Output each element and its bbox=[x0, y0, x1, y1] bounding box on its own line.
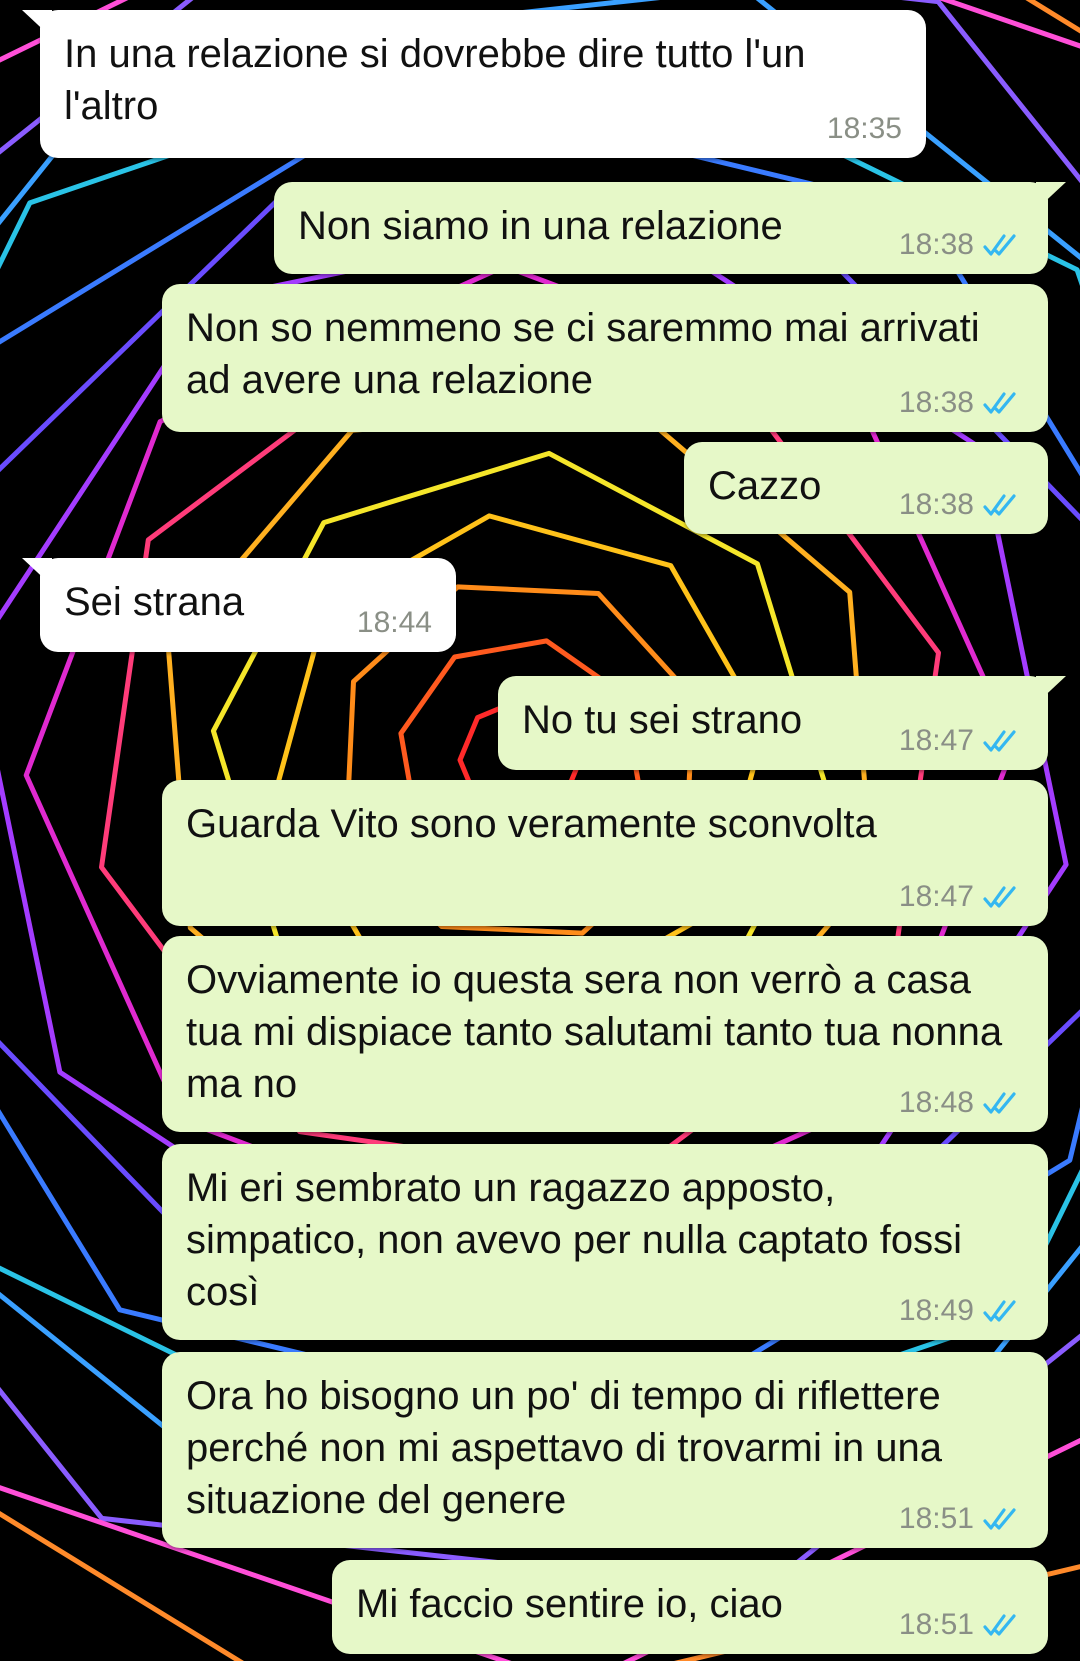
message-meta: 18:51 bbox=[899, 1502, 1022, 1536]
message-meta: 18:38 bbox=[899, 386, 1022, 420]
message-time: 18:47 bbox=[898, 724, 974, 757]
message-meta: 18:49 bbox=[899, 1294, 1022, 1328]
message-bubble-outgoing[interactable]: No tu sei strano 18:47 bbox=[498, 676, 1048, 770]
read-double-check-icon bbox=[983, 234, 1016, 256]
message-time: 18:51 bbox=[898, 1502, 974, 1535]
read-double-check-icon bbox=[983, 1614, 1016, 1636]
message-time: 18:47 bbox=[898, 880, 974, 913]
message-time: 18:38 bbox=[898, 228, 974, 261]
message-meta: 18:38 bbox=[899, 488, 1022, 522]
read-double-check-icon bbox=[983, 1092, 1016, 1114]
message-bubble-incoming[interactable]: In una relazione si dovrebbe dire tutto … bbox=[40, 10, 926, 158]
message-bubble-outgoing[interactable]: Non so nemmeno se ci saremmo mai arrivat… bbox=[162, 284, 1048, 432]
read-double-check-icon bbox=[983, 730, 1016, 752]
read-double-check-icon bbox=[983, 392, 1016, 414]
message-meta: 18:47 bbox=[899, 880, 1022, 914]
chat-message-list[interactable]: In una relazione si dovrebbe dire tutto … bbox=[0, 0, 1080, 1661]
message-bubble-outgoing[interactable]: Mi faccio sentire io, ciao 18:51 bbox=[332, 1560, 1048, 1654]
message-text: In una relazione si dovrebbe dire tutto … bbox=[64, 32, 817, 128]
read-double-check-icon bbox=[983, 494, 1016, 516]
message-bubble-outgoing[interactable]: Ovviamente io questa sera non verrò a ca… bbox=[162, 936, 1048, 1132]
message-text: Guarda Vito sono veramente sconvolta bbox=[186, 802, 877, 846]
message-bubble-outgoing[interactable]: Ora ho bisogno un po' di tempo di riflet… bbox=[162, 1352, 1048, 1548]
message-time: 18:38 bbox=[898, 386, 974, 419]
message-meta: 18:51 bbox=[899, 1608, 1022, 1642]
message-time: 18:48 bbox=[898, 1086, 974, 1119]
read-double-check-icon bbox=[983, 1508, 1016, 1530]
message-meta: 18:38 bbox=[899, 228, 1022, 262]
bubble-tail-incoming bbox=[22, 10, 52, 38]
read-double-check-icon bbox=[983, 886, 1016, 908]
message-time: 18:35 bbox=[826, 112, 902, 145]
message-meta: 18:44 bbox=[357, 606, 432, 640]
message-meta: 18:35 bbox=[827, 112, 902, 146]
message-time: 18:44 bbox=[356, 606, 432, 639]
bubble-tail-incoming bbox=[22, 558, 52, 586]
message-bubble-outgoing[interactable]: Guarda Vito sono veramente sconvolta 18:… bbox=[162, 780, 1048, 926]
message-meta: 18:47 bbox=[899, 724, 1022, 758]
read-double-check-icon bbox=[983, 1300, 1016, 1322]
message-time: 18:38 bbox=[898, 488, 974, 521]
message-time: 18:51 bbox=[898, 1608, 974, 1641]
message-bubble-incoming[interactable]: Sei strana 18:44 bbox=[40, 558, 456, 652]
message-bubble-outgoing[interactable]: Cazzo 18:38 bbox=[684, 442, 1048, 534]
message-bubble-outgoing[interactable]: Mi eri sembrato un ragazzo apposto, simp… bbox=[162, 1144, 1048, 1340]
message-time: 18:49 bbox=[898, 1294, 974, 1327]
message-bubble-outgoing[interactable]: Non siamo in una relazione 18:38 bbox=[274, 182, 1048, 274]
bubble-tail-outgoing bbox=[1036, 676, 1066, 704]
bubble-tail-outgoing bbox=[1036, 182, 1066, 210]
message-meta: 18:48 bbox=[899, 1086, 1022, 1120]
